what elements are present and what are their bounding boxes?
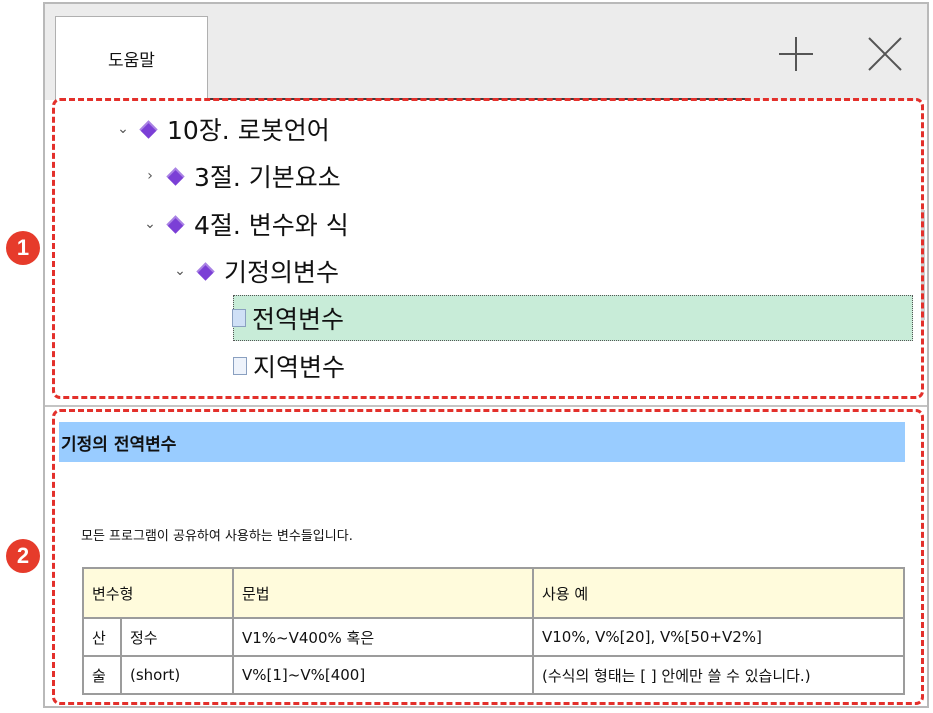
close-icon xyxy=(868,37,902,71)
tab-help[interactable]: 도움말 xyxy=(55,16,208,100)
new-tab-button[interactable] xyxy=(776,34,816,74)
close-tab-button[interactable] xyxy=(865,34,905,74)
plus-icon xyxy=(779,37,813,71)
callout-badge-1: 1 xyxy=(6,231,40,265)
callout-frame-content xyxy=(52,409,924,705)
callout-badge-2: 2 xyxy=(6,539,40,573)
tab-bar: 도움말 xyxy=(45,4,927,100)
callout-frame-tree xyxy=(52,98,924,399)
tab-label: 도움말 xyxy=(108,51,155,71)
